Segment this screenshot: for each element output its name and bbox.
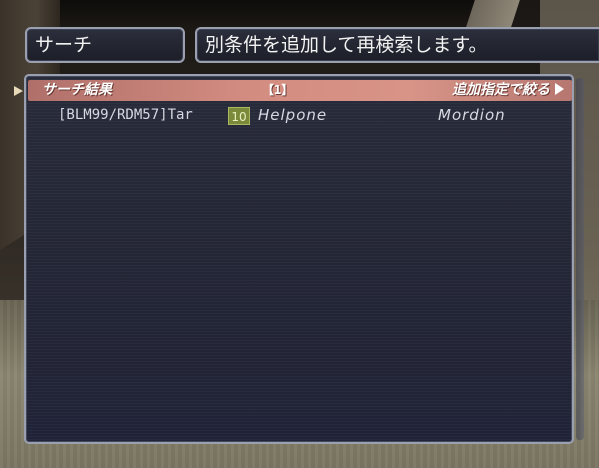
result-area: Mordion [438, 106, 506, 124]
result-player-name: Helpone [258, 106, 328, 124]
background-ceiling [60, 0, 480, 30]
search-hint-box: 別条件を追加して再検索します。 [195, 27, 599, 63]
triangle-right-icon [555, 83, 564, 95]
results-count: 【1】 [262, 83, 294, 97]
filter-button-label: 追加指定で絞る [452, 82, 550, 98]
results-header-bar[interactable]: サーチ結果 【1】 追加指定で絞る [14, 80, 572, 101]
result-row[interactable]: [BLM99/RDM57]Tar 10 Helpone Mordion [28, 104, 572, 126]
search-title: サーチ [35, 34, 93, 56]
search-title-box: サーチ [25, 27, 185, 63]
result-comment: [BLM99/RDM57]Tar [58, 107, 193, 123]
cursor-pointer-icon [14, 86, 23, 96]
results-header-title: サーチ結果 [42, 82, 112, 98]
background-beam [465, 0, 520, 30]
results-scrollbar[interactable] [576, 78, 584, 440]
search-results-window: サーチ結果 【1】 追加指定で絞る [BLM99/RDM57]Tar 10 He… [14, 74, 574, 444]
filter-button[interactable]: 追加指定で絞る [452, 80, 564, 101]
result-level-badge: 10 [228, 107, 250, 125]
search-hint-text: 別条件を追加して再検索します。 [205, 34, 488, 56]
